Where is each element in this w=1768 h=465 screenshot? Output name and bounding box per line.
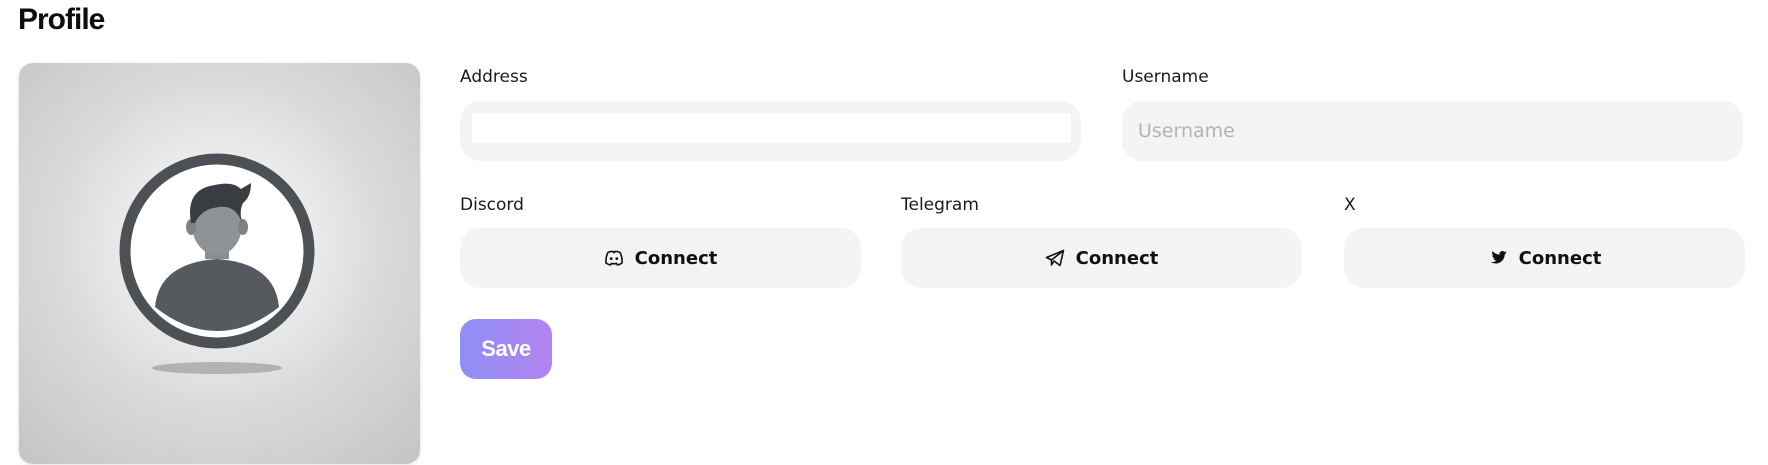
telegram-label: Telegram [901,195,979,215]
user-avatar-icon [119,153,315,374]
telegram-connect-label: Connect [1075,247,1159,269]
discord-connect-label: Connect [634,247,718,269]
discord-icon [604,248,624,268]
x-connect-button[interactable]: Connect [1344,228,1745,288]
avatar[interactable] [19,63,420,464]
address-field-wrapper [460,101,1081,161]
address-label: Address [460,67,528,87]
username-input[interactable] [1122,101,1743,161]
twitter-bird-icon [1488,248,1508,268]
profile-page: Profile Address Username Discord [0,0,1768,465]
save-button[interactable]: Save [460,319,552,379]
discord-label: Discord [460,195,524,215]
address-field[interactable] [472,113,1071,143]
username-label: Username [1122,67,1209,87]
telegram-connect-button[interactable]: Connect [901,228,1302,288]
discord-connect-button[interactable]: Connect [460,228,861,288]
username-field-wrapper [1122,101,1743,161]
page-title: Profile [18,3,105,36]
x-label: X [1344,195,1356,215]
telegram-icon [1045,248,1065,268]
x-connect-label: Connect [1518,247,1602,269]
